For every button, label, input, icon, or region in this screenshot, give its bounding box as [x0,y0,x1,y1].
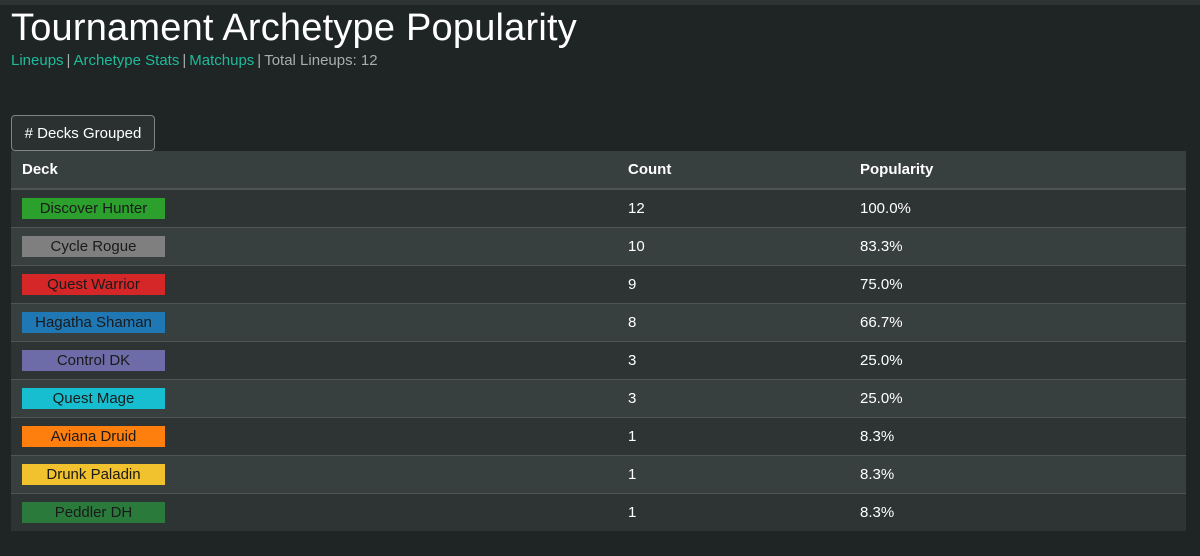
popularity-table: Deck Count Popularity Discover Hunter 12 1… [11,151,1186,531]
count-cell: 8 [617,303,849,342]
table-row: Aviana Druid 1 8.3% [11,417,1186,456]
deck-archetype-chip[interactable]: Drunk Paladin [22,464,165,485]
column-header-count[interactable]: Count [617,151,849,190]
deck-archetype-chip[interactable]: Quest Mage [22,388,165,409]
popularity-cell: 75.0% [849,265,1186,304]
popularity-cell: 8.3% [849,417,1186,456]
deck-cell: Discover Hunter [11,189,617,228]
nav-separator: | [182,52,187,69]
deck-cell: Aviana Druid [11,417,617,456]
popularity-table-container: Deck Count Popularity Discover Hunter 12 1… [11,151,1186,531]
deck-cell: Drunk Paladin [11,455,617,494]
popularity-cell: 8.3% [849,455,1186,494]
table-row: Drunk Paladin 1 8.3% [11,455,1186,494]
table-row: Cycle Rogue 10 83.3% [11,227,1186,266]
popularity-cell: 100.0% [849,189,1186,228]
popularity-cell: 25.0% [849,341,1186,380]
column-header-deck[interactable]: Deck [11,151,617,190]
count-cell: 12 [617,189,849,228]
deck-cell: Quest Warrior [11,265,617,304]
popularity-cell: 66.7% [849,303,1186,342]
table-row: Quest Warrior 9 75.0% [11,265,1186,304]
deck-cell: Peddler DH [11,493,617,531]
total-lineups-label: Total Lineups: 12 [264,52,378,69]
deck-archetype-chip[interactable]: Hagatha Shaman [22,312,165,333]
popularity-cell: 25.0% [849,379,1186,418]
deck-archetype-chip[interactable]: Aviana Druid [22,426,165,447]
table-row: Peddler DH 1 8.3% [11,493,1186,531]
table-row: Control DK 3 25.0% [11,341,1186,380]
count-cell: 10 [617,227,849,266]
decks-grouped-button[interactable]: # Decks Grouped [11,115,155,151]
nav-separator: | [66,52,71,69]
deck-cell: Cycle Rogue [11,227,617,266]
table-row: Discover Hunter 12 100.0% [11,189,1186,228]
count-cell: 1 [617,455,849,494]
breadcrumb: Lineups | Archetype Stats | Matchups | Total L… [11,51,378,71]
nav-link-lineups[interactable]: Lineups [11,52,64,69]
table-body: Discover Hunter 12 100.0% Cycle Rogue 10 83.3… [11,189,1186,531]
deck-archetype-chip[interactable]: Peddler DH [22,502,165,523]
top-bar [0,0,1200,5]
popularity-cell: 83.3% [849,227,1186,266]
count-cell: 1 [617,493,849,531]
count-cell: 9 [617,265,849,304]
deck-archetype-chip[interactable]: Control DK [22,350,165,371]
deck-cell: Control DK [11,341,617,380]
deck-archetype-chip[interactable]: Discover Hunter [22,198,165,219]
count-cell: 3 [617,341,849,380]
popularity-cell: 8.3% [849,493,1186,531]
count-cell: 3 [617,379,849,418]
table-row: Hagatha Shaman 8 66.7% [11,303,1186,342]
deck-archetype-chip[interactable]: Quest Warrior [22,274,165,295]
deck-cell: Quest Mage [11,379,617,418]
table-row: Quest Mage 3 25.0% [11,379,1186,418]
nav-link-matchups[interactable]: Matchups [189,52,254,69]
nav-link-archetype-stats[interactable]: Archetype Stats [73,52,179,69]
page-title: Tournament Archetype Popularity [11,7,577,49]
deck-cell: Hagatha Shaman [11,303,617,342]
deck-archetype-chip[interactable]: Cycle Rogue [22,236,165,257]
count-cell: 1 [617,417,849,456]
column-header-popularity[interactable]: Popularity [849,151,1186,190]
table-header-row: Deck Count Popularity [11,151,1186,190]
nav-separator: | [257,52,262,69]
